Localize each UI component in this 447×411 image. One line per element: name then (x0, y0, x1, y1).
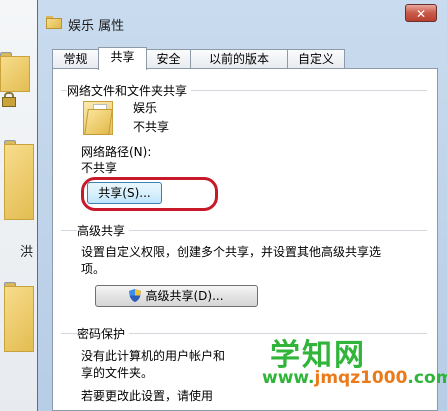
tab-sharing[interactable]: 共享 (98, 47, 147, 70)
folder-icon[interactable] (4, 282, 34, 352)
tab-customize[interactable]: 自定义 (287, 49, 345, 69)
network-path-label: 网络路径(N): (81, 145, 152, 159)
tab-security[interactable]: 安全 (146, 49, 191, 69)
network-sharing-group-title: 网络文件和文件夹共享 (67, 82, 192, 99)
watermark-url: www.jmqz1000.com (262, 368, 447, 388)
tab-general[interactable]: 常规 (52, 49, 99, 69)
close-button[interactable]: ✕ (405, 4, 437, 22)
folder-label: 洪 (20, 245, 34, 260)
advanced-sharing-button[interactable]: 高级共享(D)... (95, 285, 258, 307)
password-protection-group-title: 密码保护 (77, 325, 130, 342)
advanced-sharing-group-title: 高级共享 (77, 222, 130, 239)
password-protection-text: 享的文件夹。 (81, 366, 154, 380)
folder-icon[interactable] (4, 140, 34, 220)
highlight-annotation (81, 177, 218, 211)
password-protection-text: 若要更改此设置，请使用 (81, 389, 214, 403)
advanced-sharing-description: 设置自定义权限，创建多个共享，并设置其他高级共享选项。 (81, 245, 382, 276)
lock-icon (2, 92, 16, 107)
folder-icon (46, 16, 62, 29)
uac-shield-icon (129, 289, 142, 302)
advanced-sharing-button-label: 高级共享(D)... (145, 289, 224, 303)
password-protection-text: 没有此计算机的用户帐户和 (81, 349, 226, 363)
dialog-title: 娱乐 属性 (68, 19, 125, 34)
properties-dialog: 娱乐 属性 ✕ 常规 共享 安全 以前的版本 自定义 网络文件和文件夹共享 娱乐… (37, 0, 447, 411)
network-path-value: 不共享 (81, 161, 118, 175)
folder-icon[interactable] (0, 52, 30, 92)
folder-name: 娱乐 (133, 101, 158, 115)
folder-share-status: 不共享 (133, 120, 170, 134)
title-bar[interactable]: 娱乐 属性 ✕ (38, 0, 447, 40)
tab-previous-versions[interactable]: 以前的版本 (190, 49, 288, 69)
sharing-panel: 网络文件和文件夹共享 娱乐 不共享 网络路径(N): 不共享 共享(S)... … (52, 68, 438, 411)
folder-icon (83, 101, 113, 135)
